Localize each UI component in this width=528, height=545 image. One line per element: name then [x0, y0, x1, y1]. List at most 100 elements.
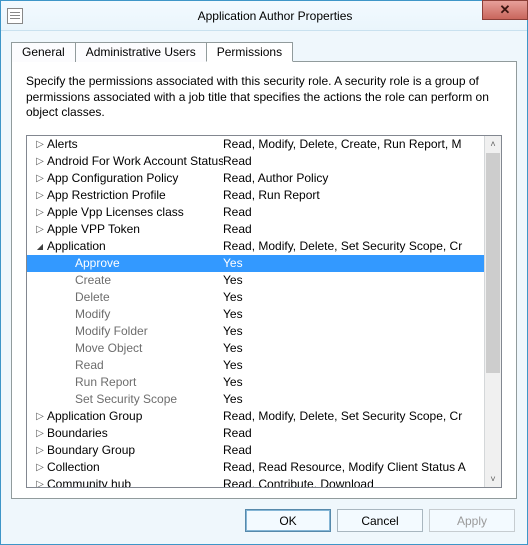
titlebar: Application Author Properties ✕: [1, 1, 527, 31]
permission-entry[interactable]: ApproveYes: [27, 255, 484, 272]
expand-icon[interactable]: [35, 170, 45, 187]
button-row: OK Cancel Apply: [1, 499, 527, 544]
indent: [27, 153, 35, 170]
row-permissions: Yes: [223, 306, 484, 323]
row-name: Apple VPP Token: [45, 221, 223, 238]
ok-button[interactable]: OK: [245, 509, 331, 532]
row-name: Delete: [73, 289, 223, 306]
indent: [27, 408, 35, 425]
indent: [27, 459, 35, 476]
row-permissions: Read: [223, 204, 484, 221]
row-name: Alerts: [45, 136, 223, 153]
indent: [27, 323, 63, 340]
expand-icon[interactable]: [35, 153, 45, 170]
expand-icon[interactable]: [35, 442, 45, 459]
no-expand-icon: [63, 306, 73, 323]
object-class-row[interactable]: Boundary GroupRead: [27, 442, 484, 459]
row-name: Application Group: [45, 408, 223, 425]
row-name: Application: [45, 238, 223, 255]
vertical-scrollbar[interactable]: ˄ ˅: [484, 136, 501, 487]
row-name: Modify Folder: [73, 323, 223, 340]
chevron-down-icon: ˅: [490, 474, 495, 484]
expand-icon[interactable]: [35, 204, 45, 221]
no-expand-icon: [63, 357, 73, 374]
object-class-row[interactable]: AlertsRead, Modify, Delete, Create, Run …: [27, 136, 484, 153]
row-name: Read: [73, 357, 223, 374]
object-class-row[interactable]: BoundariesRead: [27, 425, 484, 442]
no-expand-icon: [63, 255, 73, 272]
indent: [27, 255, 63, 272]
permission-entry[interactable]: DeleteYes: [27, 289, 484, 306]
row-permissions: Read, Author Policy: [223, 170, 484, 187]
indent: [27, 221, 35, 238]
description-text: Specify the permissions associated with …: [26, 74, 502, 121]
object-class-row[interactable]: ApplicationRead, Modify, Delete, Set Sec…: [27, 238, 484, 255]
indent: [27, 187, 35, 204]
expand-icon[interactable]: [35, 136, 45, 153]
expand-icon[interactable]: [35, 187, 45, 204]
permission-entry[interactable]: Set Security ScopeYes: [27, 391, 484, 408]
scroll-down-button[interactable]: ˅: [485, 470, 501, 487]
indent: [27, 476, 35, 487]
scroll-track[interactable]: [485, 153, 501, 470]
indent: [27, 357, 63, 374]
expand-icon[interactable]: [35, 408, 45, 425]
row-name: Run Report: [73, 374, 223, 391]
object-class-row[interactable]: Community hubRead, Contribute, Download: [27, 476, 484, 487]
expand-icon[interactable]: [35, 425, 45, 442]
indent: [27, 289, 63, 306]
no-expand-icon: [63, 340, 73, 357]
window-title: Application Author Properties: [23, 9, 527, 23]
scroll-thumb[interactable]: [486, 153, 500, 373]
row-permissions: Read, Modify, Delete, Create, Run Report…: [223, 136, 484, 153]
permission-entry[interactable]: CreateYes: [27, 272, 484, 289]
tab-general[interactable]: General: [11, 42, 76, 62]
scroll-up-button[interactable]: ˄: [485, 136, 501, 153]
row-permissions: Yes: [223, 289, 484, 306]
row-name: Android For Work Account Status: [45, 153, 223, 170]
expand-icon[interactable]: [35, 459, 45, 476]
object-class-row[interactable]: Apple VPP TokenRead: [27, 221, 484, 238]
permission-entry[interactable]: Run ReportYes: [27, 374, 484, 391]
object-class-row[interactable]: App Configuration PolicyRead, Author Pol…: [27, 170, 484, 187]
object-class-row[interactable]: Android For Work Account StatusRead: [27, 153, 484, 170]
indent: [27, 340, 63, 357]
object-class-row[interactable]: App Restriction ProfileRead, Run Report: [27, 187, 484, 204]
indent: [27, 425, 35, 442]
row-permissions: Read, Read Resource, Modify Client Statu…: [223, 459, 484, 476]
cancel-button[interactable]: Cancel: [337, 509, 423, 532]
window-icon: [7, 8, 23, 24]
row-name: Approve: [73, 255, 223, 272]
permission-entry[interactable]: Modify FolderYes: [27, 323, 484, 340]
row-name: App Configuration Policy: [45, 170, 223, 187]
row-name: Apple Vpp Licenses class: [45, 204, 223, 221]
row-name: Create: [73, 272, 223, 289]
expand-icon[interactable]: [35, 221, 45, 238]
no-expand-icon: [63, 272, 73, 289]
permission-entry[interactable]: ModifyYes: [27, 306, 484, 323]
collapse-icon[interactable]: [35, 238, 45, 255]
indent: [27, 136, 35, 153]
close-button[interactable]: ✕: [482, 0, 528, 20]
no-expand-icon: [63, 374, 73, 391]
tab-permissions[interactable]: Permissions: [206, 42, 293, 62]
permission-entry[interactable]: ReadYes: [27, 357, 484, 374]
row-permissions: Read, Modify, Delete, Set Security Scope…: [223, 408, 484, 425]
row-name: Community hub: [45, 476, 223, 487]
row-permissions: Yes: [223, 374, 484, 391]
row-permissions: Yes: [223, 340, 484, 357]
row-permissions: Yes: [223, 357, 484, 374]
expand-icon[interactable]: [35, 476, 45, 487]
row-name: Move Object: [73, 340, 223, 357]
row-permissions: Read: [223, 425, 484, 442]
tree-viewport: AlertsRead, Modify, Delete, Create, Run …: [27, 136, 484, 487]
object-class-row[interactable]: Application GroupRead, Modify, Delete, S…: [27, 408, 484, 425]
permissions-tree: AlertsRead, Modify, Delete, Create, Run …: [26, 135, 502, 488]
permission-entry[interactable]: Move ObjectYes: [27, 340, 484, 357]
object-class-row[interactable]: Apple Vpp Licenses classRead: [27, 204, 484, 221]
tab-administrative-users[interactable]: Administrative Users: [75, 42, 207, 62]
indent: [27, 306, 63, 323]
object-class-row[interactable]: CollectionRead, Read Resource, Modify Cl…: [27, 459, 484, 476]
row-permissions: Read, Modify, Delete, Set Security Scope…: [223, 238, 484, 255]
row-name: App Restriction Profile: [45, 187, 223, 204]
